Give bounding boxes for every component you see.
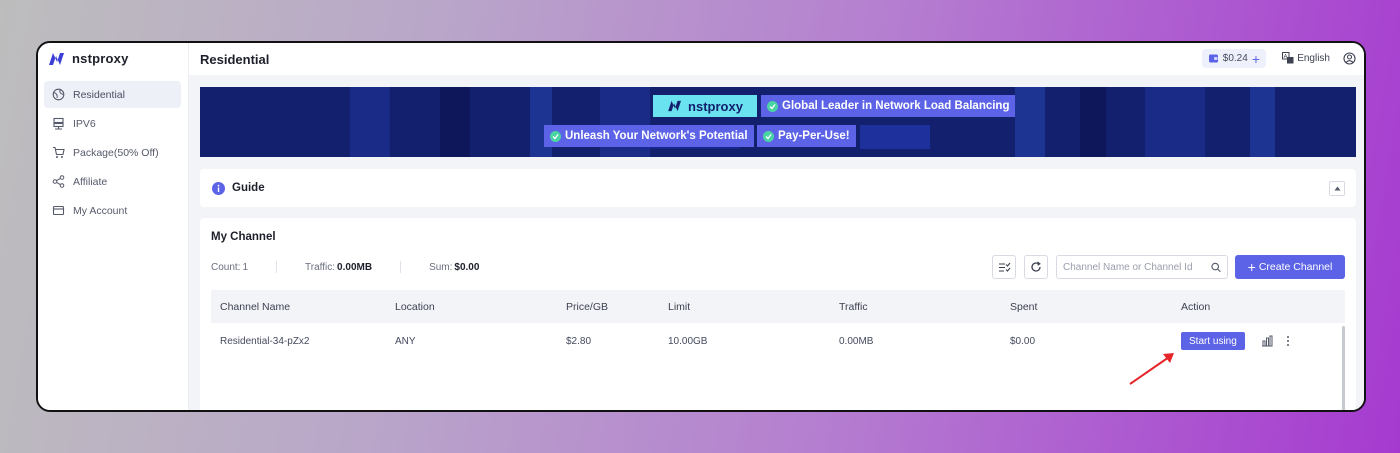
cart-icon	[53, 146, 65, 158]
column-header: Spent	[1010, 300, 1038, 313]
globe-icon	[52, 88, 65, 101]
location-cell: ANY	[395, 335, 416, 347]
guide-panel[interactable]: Guide	[200, 169, 1356, 207]
table-scrollbar[interactable]	[1342, 326, 1345, 410]
check-icon	[763, 130, 774, 142]
sidebar-item-label: Package(50% Off)	[73, 146, 159, 159]
sidebar-item-ipv6[interactable]: IPV6	[44, 110, 181, 137]
sidebar-item-affiliate[interactable]: Affiliate	[44, 168, 181, 195]
annotation-arrow-icon	[1129, 353, 1174, 385]
banner-logo-text: nstproxy	[688, 98, 743, 114]
search-icon[interactable]	[1211, 262, 1221, 273]
limit-cell: 10.00GB	[668, 335, 708, 347]
column-header: Channel Name	[220, 300, 291, 313]
banner-decor	[1080, 87, 1106, 157]
balance-amount: $0.24	[1222, 53, 1248, 64]
language-switcher[interactable]: A English	[1282, 52, 1330, 64]
banner-decor	[350, 87, 390, 157]
action-cell: Start using	[1181, 323, 1245, 359]
guide-title: Guide	[232, 182, 265, 194]
banner-decor	[1145, 87, 1205, 157]
stats-icon[interactable]	[1261, 323, 1273, 359]
table-header: Channel Name Location Price/GB Limit Tra…	[211, 290, 1345, 323]
channel-name-cell: Residential-34-pZx2	[220, 335, 310, 347]
start-using-button[interactable]: Start using	[1181, 332, 1245, 350]
divider	[400, 261, 402, 273]
banner-decor	[1250, 87, 1275, 157]
logo-text: nstproxy	[72, 51, 129, 66]
refresh-button[interactable]	[1024, 255, 1048, 279]
info-icon	[212, 181, 225, 195]
sidebar-item-label: My Account	[73, 204, 128, 217]
share-icon	[52, 175, 65, 188]
nstproxy-logo-icon	[49, 52, 64, 65]
recharge-plus-icon[interactable]: +	[1252, 52, 1260, 66]
banner-tag: Global Leader in Network Load Balancing	[761, 95, 1016, 117]
count-stat: Count: 1	[211, 261, 249, 273]
sum-stat: Sum: $0.00	[429, 261, 480, 273]
column-header: Action	[1181, 300, 1211, 313]
wallet-icon	[1208, 54, 1218, 63]
card-icon	[52, 205, 65, 216]
spent-cell: $0.00	[1010, 335, 1036, 347]
top-bar: Residential $0.24 + A English	[189, 43, 1364, 75]
translate-icon: A	[1282, 52, 1294, 64]
column-header: Location	[395, 300, 435, 313]
more-options-icon[interactable]	[1286, 323, 1290, 359]
server-icon	[53, 117, 64, 130]
plus-icon: +	[1247, 259, 1256, 275]
sidebar: nstproxy Residential IPV6 Package(50% Of…	[38, 43, 189, 410]
divider	[276, 261, 278, 273]
logo[interactable]: nstproxy	[48, 51, 129, 66]
sidebar-item-label: IPV6	[73, 117, 96, 130]
page-title: Residential	[200, 51, 270, 67]
sidebar-item-label: Affiliate	[73, 175, 108, 188]
traffic-cell: 0.00MB	[839, 335, 874, 347]
user-icon[interactable]	[1343, 52, 1356, 65]
banner-tag: Unleash Your Network's Potential	[544, 125, 754, 147]
channel-table: Channel Name Location Price/GB Limit Tra…	[211, 290, 1345, 359]
checklist-icon	[998, 262, 1010, 272]
banner-decor	[1015, 87, 1045, 157]
channel-stats: Count: 1 Traffic: 0.00MB Sum: $0.00	[211, 261, 479, 273]
sidebar-item-package[interactable]: Package(50% Off)	[44, 139, 181, 166]
collapse-button[interactable]	[1329, 181, 1345, 196]
banner-tag: Pay-Per-Use!	[757, 125, 856, 147]
traffic-stat: Traffic: 0.00MB	[305, 261, 373, 273]
balance-badge[interactable]: $0.24 +	[1201, 49, 1266, 68]
promo-banner[interactable]: nstproxy Global Leader in Network Load B…	[200, 87, 1356, 157]
column-header: Traffic	[839, 300, 868, 313]
main-content: Residential $0.24 + A English nstproxy G…	[189, 43, 1364, 410]
refresh-icon	[1031, 261, 1041, 272]
batch-select-button[interactable]	[992, 255, 1016, 279]
channel-section-title: My Channel	[211, 231, 276, 243]
nstproxy-logo-icon	[668, 100, 682, 112]
create-channel-button[interactable]: + Create Channel	[1235, 255, 1345, 279]
check-icon	[767, 100, 778, 112]
search-input[interactable]	[1063, 261, 1211, 273]
my-channel-panel: My Channel Count: 1 Traffic: 0.00MB Sum: $0…	[200, 218, 1356, 410]
banner-decor	[440, 87, 470, 157]
column-header: Price/GB	[566, 300, 609, 313]
sidebar-nav: Residential IPV6 Package(50% Off) Affili…	[44, 81, 181, 226]
caret-up-icon	[1334, 186, 1340, 191]
language-label: English	[1297, 52, 1330, 64]
banner-decor	[860, 125, 930, 149]
sidebar-item-label: Residential	[73, 88, 125, 101]
price-cell: $2.80	[566, 335, 592, 347]
channel-search[interactable]	[1056, 255, 1228, 279]
check-icon	[550, 130, 561, 142]
sidebar-item-my-account[interactable]: My Account	[44, 197, 181, 224]
column-header: Limit	[668, 300, 691, 313]
sidebar-item-residential[interactable]: Residential	[44, 81, 181, 108]
banner-logo: nstproxy	[653, 95, 757, 117]
